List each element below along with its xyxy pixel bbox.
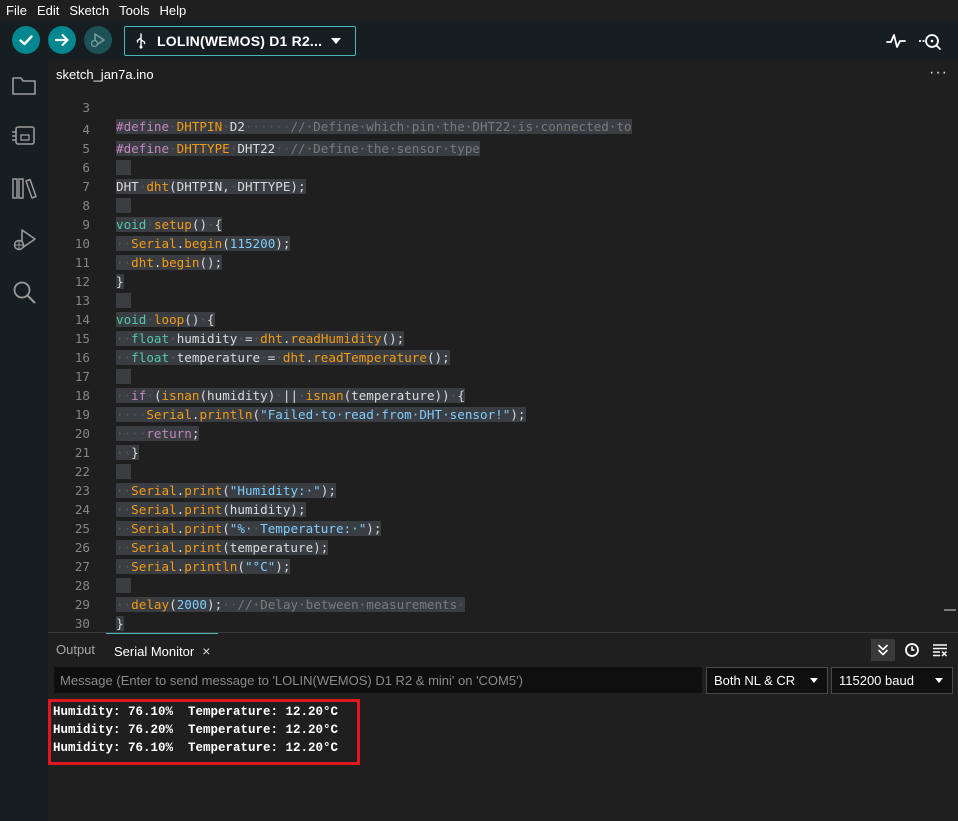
search-button[interactable] bbox=[10, 278, 38, 306]
code-line: 28 ··delay(2000);··//·Delay·between·meas… bbox=[48, 557, 944, 612]
menu-tools[interactable]: Tools bbox=[119, 3, 149, 18]
upload-button[interactable] bbox=[48, 26, 76, 54]
sketchbook-button[interactable] bbox=[10, 71, 38, 99]
code-line: 8 void·setup()·{ bbox=[48, 177, 944, 232]
menu-sketch[interactable]: Sketch bbox=[69, 3, 109, 18]
activity-bar bbox=[0, 61, 48, 821]
code-line: 29 } bbox=[48, 576, 944, 631]
board-label: LOLIN(WEMOS) D1 R2... bbox=[157, 33, 323, 49]
debug-icon bbox=[90, 33, 105, 48]
code-line: 24 ··Serial.print("%··Temperature:·"); bbox=[48, 481, 944, 536]
tab-serial-label: Serial Monitor bbox=[114, 644, 195, 659]
menu-file[interactable]: File bbox=[6, 3, 27, 18]
code-line: 27 bbox=[48, 538, 944, 593]
chevron-down-icon bbox=[935, 678, 943, 683]
menu-bar: File Edit Sketch Tools Help bbox=[0, 0, 958, 21]
clock-icon bbox=[905, 643, 919, 657]
baud-rate-select[interactable]: 115200 baud bbox=[831, 667, 953, 694]
code-line: 23 ··Serial.print(humidity); bbox=[48, 462, 944, 517]
debug-button[interactable] bbox=[84, 26, 112, 54]
arrow-right-icon bbox=[54, 33, 69, 47]
code-line: 3 #define·DHTPIN·D2······//·Define·which… bbox=[48, 89, 944, 134]
panel-tabs: Output Serial Monitor × bbox=[48, 633, 958, 663]
debug-panel-button[interactable] bbox=[10, 226, 38, 254]
chevron-down-icon bbox=[810, 678, 818, 683]
serial-monitor-button[interactable] bbox=[918, 29, 942, 53]
serial-plotter-button[interactable] bbox=[884, 29, 908, 53]
code-editor[interactable]: 3 #define·DHTPIN·D2······//·Define·which… bbox=[48, 89, 958, 632]
editor-scrollbar[interactable] bbox=[944, 89, 958, 632]
folder-icon bbox=[12, 77, 36, 95]
editor-tab-bar: sketch_jan7a.ino ··· bbox=[48, 61, 958, 89]
scrollbar-marker bbox=[944, 609, 956, 611]
debug-side-icon bbox=[13, 229, 36, 251]
code-line: 18 ····Serial.println("Failed·to·read·fr… bbox=[48, 367, 944, 422]
usb-icon bbox=[136, 33, 146, 49]
tab-output[interactable]: Output bbox=[56, 642, 95, 657]
bottom-panel: Output Serial Monitor × Both NL & CR 1152… bbox=[48, 632, 958, 821]
code-line: 4 #define·DHTTYPE·DHT22··//·Define·the·s… bbox=[48, 101, 944, 156]
serial-output: Humidity: 76.10% Temperature: 12.20°C Hu… bbox=[48, 697, 958, 821]
code-line: 15 ··float·temperature·=·dht.readTempera… bbox=[48, 310, 944, 365]
code-line: 9 ··Serial.begin(115200); bbox=[48, 196, 944, 251]
line-ending-select[interactable]: Both NL & CR bbox=[706, 667, 828, 694]
code-line: 5 bbox=[48, 120, 944, 175]
code-line: 14 ··float·humidity·=·dht.readHumidity()… bbox=[48, 291, 944, 346]
serial-output-line: Humidity: 76.20% Temperature: 12.20°C bbox=[53, 723, 339, 737]
menu-edit[interactable]: Edit bbox=[37, 3, 59, 18]
code-line: 26 ··Serial.println("°C"); bbox=[48, 519, 944, 574]
search-icon bbox=[13, 281, 36, 304]
tab-sketch[interactable]: sketch_jan7a.ino bbox=[48, 61, 162, 89]
autoscroll-button[interactable] bbox=[871, 639, 895, 661]
code-line: 31 bbox=[48, 614, 944, 632]
line-ending-value: Both NL & CR bbox=[714, 673, 796, 688]
code-line: 13 void·loop()·{ bbox=[48, 272, 944, 327]
double-chevron-down-icon bbox=[878, 644, 888, 656]
code-line: 20 ··} bbox=[48, 405, 944, 460]
code-line: 17 ··if·(isnan(humidity)·||·isnan(temper… bbox=[48, 348, 944, 403]
library-manager-button[interactable] bbox=[10, 174, 38, 202]
serial-output-line: Humidity: 76.10% Temperature: 12.20°C bbox=[53, 705, 339, 719]
board-selector[interactable]: LOLIN(WEMOS) D1 R2... bbox=[124, 26, 356, 56]
code-line: 16 bbox=[48, 329, 944, 384]
code-line: 25 ··Serial.print(temperature); bbox=[48, 500, 944, 555]
more-options-icon[interactable]: ··· bbox=[929, 65, 948, 81]
code-line: 21 bbox=[48, 424, 944, 479]
serial-plotter-icon bbox=[886, 34, 906, 48]
close-icon[interactable]: × bbox=[202, 643, 210, 659]
boards-manager-icon bbox=[12, 126, 35, 145]
tab-serial-monitor[interactable]: Serial Monitor × bbox=[106, 633, 219, 663]
library-icon bbox=[12, 178, 37, 199]
code-line: 7 bbox=[48, 158, 944, 213]
boards-manager-button[interactable] bbox=[10, 122, 38, 150]
toolbar: LOLIN(WEMOS) D1 R2... bbox=[0, 21, 958, 61]
menu-help[interactable]: Help bbox=[159, 3, 186, 18]
code-line: 30 bbox=[48, 595, 944, 631]
code-line: 22 ··Serial.print("Humidity:·"); bbox=[48, 443, 944, 498]
code-line: 19 ····return; bbox=[48, 386, 944, 441]
chevron-down-icon bbox=[331, 38, 341, 44]
clear-output-button[interactable] bbox=[930, 640, 950, 660]
message-input[interactable] bbox=[54, 667, 702, 693]
timestamp-button[interactable] bbox=[902, 640, 922, 660]
code-line: 10 ··dht.begin(); bbox=[48, 215, 944, 270]
check-icon bbox=[19, 35, 33, 46]
code-line: 6 DHT·dht(DHTPIN,·DHTTYPE); bbox=[48, 139, 944, 194]
serial-output-line: Humidity: 76.10% Temperature: 12.20°C bbox=[53, 741, 339, 755]
code-line: 12 bbox=[48, 253, 944, 308]
verify-button[interactable] bbox=[12, 26, 40, 54]
code-line: 11 } bbox=[48, 234, 944, 289]
baud-rate-value: 115200 baud bbox=[839, 673, 914, 688]
serial-monitor-icon bbox=[919, 34, 941, 50]
clear-output-icon bbox=[933, 644, 947, 657]
